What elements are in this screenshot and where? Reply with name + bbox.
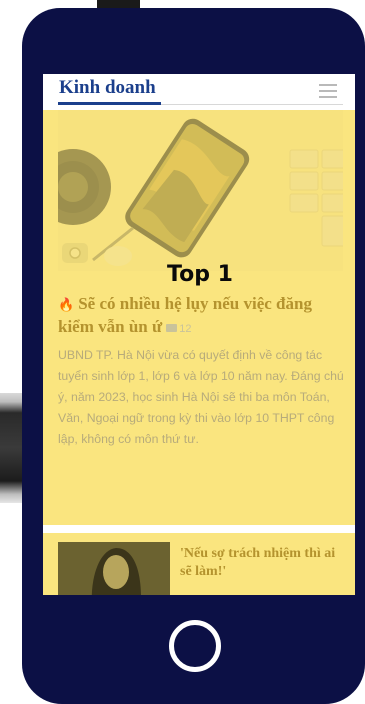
top-story-summary: UBND TP. Hà Nội vừa có quyết định về côn… (58, 348, 344, 446)
hamburger-menu-icon[interactable] (319, 84, 337, 98)
section-header: Kinh doanh (43, 74, 355, 110)
phone-screen: Kinh doanh Top 1 🔥 Sẽ có nhiều hệ lụy nế… (43, 74, 355, 595)
top-story-headline[interactable]: 🔥 Sẽ có nhiều hệ lụy nếu việc đăng kiểm v… (58, 293, 343, 340)
section-title-underline (58, 102, 161, 105)
top-rank-label: Top 1 (167, 262, 233, 287)
highlighted-content: Top 1 🔥 Sẽ có nhiều hệ lụy nếu việc đăng … (43, 110, 355, 595)
top-story-image[interactable] (58, 110, 343, 271)
phone-frame: Kinh doanh Top 1 🔥 Sẽ có nhiều hệ lụy nế… (22, 8, 365, 704)
flame-icon: 🔥 (58, 297, 75, 312)
portrait-illustration (58, 542, 170, 595)
comment-count[interactable]: 12 (179, 323, 191, 335)
home-button[interactable] (169, 620, 221, 672)
story-divider (43, 525, 355, 533)
related-story-title[interactable]: 'Nếu sợ trách nhiệm thì ai sẽ làm!' (180, 545, 345, 581)
highlight-overlay (58, 110, 343, 271)
related-story-thumbnail[interactable] (58, 542, 170, 595)
section-title[interactable]: Kinh doanh (59, 77, 156, 99)
comment-icon (166, 324, 178, 332)
